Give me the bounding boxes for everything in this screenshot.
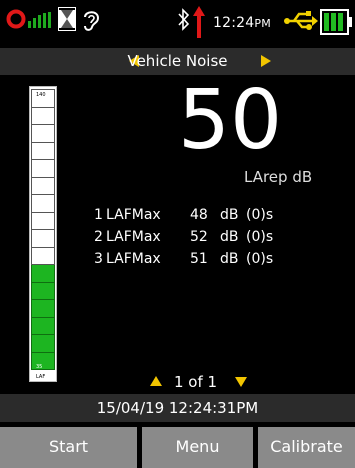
meter-segment: [31, 316, 55, 335]
row-index: 2: [94, 229, 103, 245]
row-name: LAFMax: [106, 207, 161, 223]
meter-segment: [31, 334, 55, 353]
softkey-bar: Start Menu Calibrate: [0, 427, 355, 468]
main-reading-unit: LArep dB: [244, 168, 313, 186]
row-unit: dB: [220, 251, 239, 267]
row-index: 1: [94, 207, 103, 223]
page-up-icon[interactable]: [150, 376, 162, 386]
meter-segment: [31, 264, 55, 283]
meter-segment: [31, 106, 55, 125]
usb-icon: [284, 10, 318, 36]
row-duration: (0)s: [246, 207, 274, 223]
page-down-icon[interactable]: [235, 377, 247, 387]
row-duration: (0)s: [246, 229, 274, 245]
clock: 12:24PM: [213, 15, 271, 31]
meter-segment: [31, 159, 55, 178]
status-bar: 12:24PM: [0, 0, 355, 48]
meter-bottom-label: 35: [36, 364, 43, 370]
hourglass-icon: [58, 7, 76, 35]
meter-segment: [31, 246, 55, 265]
datetime-bar: 15/04/19 12:24:31PM: [0, 394, 355, 422]
meter-segment: [31, 229, 55, 248]
record-icon: [6, 9, 26, 33]
meter-segment: [31, 281, 55, 300]
page-title: Vehicle Noise: [127, 52, 228, 70]
meter-segment: [31, 194, 55, 213]
row-duration: (0)s: [246, 251, 274, 267]
pager: 1 of 1: [0, 372, 355, 392]
title-bar: Vehicle Noise: [0, 48, 355, 75]
meter-segment: [31, 176, 55, 195]
ear-icon: [80, 8, 102, 36]
row-value: 52: [190, 229, 208, 245]
chevron-right-icon[interactable]: [261, 55, 271, 67]
row-unit: dB: [220, 229, 239, 245]
meter-top-label: 140: [36, 92, 46, 98]
row-name: LAFMax: [106, 229, 161, 245]
start-button[interactable]: Start: [0, 427, 137, 468]
row-value: 48: [190, 207, 208, 223]
main-reading-value: 50: [177, 73, 283, 168]
upload-arrow-icon: [192, 6, 206, 42]
meter-segment: [31, 351, 55, 370]
bluetooth-icon: [177, 7, 191, 37]
meter-segment: [31, 299, 55, 318]
row-index: 3: [94, 251, 103, 267]
row-value: 51: [190, 251, 208, 267]
signal-bars-icon: [28, 12, 56, 32]
row-unit: dB: [220, 207, 239, 223]
datetime: 15/04/19 12:24:31PM: [96, 399, 259, 417]
meter-segment: [31, 141, 55, 160]
row-name: LAFMax: [106, 251, 161, 267]
menu-button[interactable]: Menu: [142, 427, 253, 468]
calibrate-button[interactable]: Calibrate: [258, 427, 355, 468]
meter-segment: [31, 124, 55, 143]
page-indicator: 1 of 1: [174, 373, 218, 391]
level-meter: 140 35 LAF: [29, 86, 57, 382]
meter-segment: [31, 211, 55, 230]
battery-icon: [320, 9, 352, 39]
